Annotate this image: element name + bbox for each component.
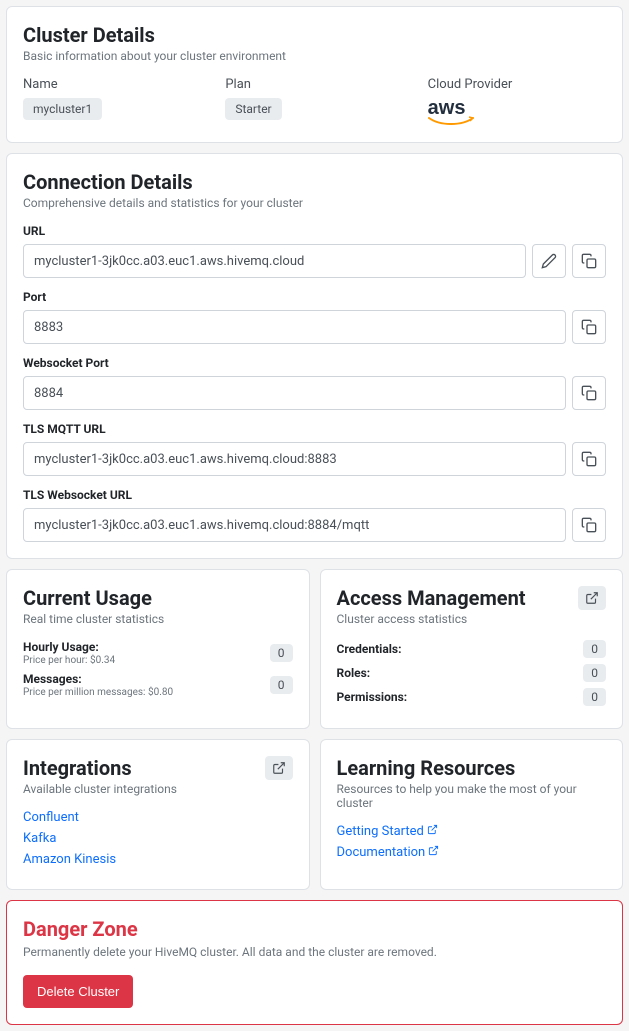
access-title: Access Management <box>337 586 526 610</box>
cluster-details-title: Cluster Details <box>23 23 606 47</box>
name-label: Name <box>23 77 201 92</box>
credentials-value: 0 <box>583 640 606 658</box>
danger-title: Danger Zone <box>23 917 606 941</box>
cluster-details-card: Cluster Details Basic information about … <box>6 6 623 143</box>
access-subtitle: Cluster access statistics <box>337 612 526 626</box>
tls-mqtt-input[interactable] <box>23 442 566 476</box>
copy-icon <box>581 385 597 401</box>
danger-subtitle: Permanently delete your HiveMQ cluster. … <box>23 945 606 959</box>
copy-port-button[interactable] <box>572 310 606 344</box>
copy-ws-port-button[interactable] <box>572 376 606 410</box>
copy-tls-ws-button[interactable] <box>572 508 606 542</box>
usage-subtitle: Real time cluster statistics <box>23 612 293 626</box>
integrations-card: Integrations Available cluster integrati… <box>6 739 310 890</box>
external-link-icon <box>428 845 439 856</box>
learning-resources-card: Learning Resources Resources to help you… <box>320 739 624 890</box>
name-value: mycluster1 <box>23 98 102 120</box>
learning-title: Learning Resources <box>337 756 607 780</box>
roles-label: Roles: <box>337 666 371 680</box>
external-link-icon <box>272 761 286 775</box>
credentials-label: Credentials: <box>337 642 402 656</box>
copy-icon <box>581 253 597 269</box>
link-getting-started[interactable]: Getting Started <box>337 824 607 839</box>
ws-port-label: Websocket Port <box>23 356 606 370</box>
port-label: Port <box>23 290 606 304</box>
danger-zone-card: Danger Zone Permanently delete your Hive… <box>6 900 623 1025</box>
url-input[interactable] <box>23 244 526 278</box>
provider-label: Cloud Provider <box>428 77 606 92</box>
connection-subtitle: Comprehensive details and statistics for… <box>23 196 606 210</box>
ws-port-input[interactable] <box>23 376 566 410</box>
tls-mqtt-label: TLS MQTT URL <box>23 422 606 436</box>
current-usage-card: Current Usage Real time cluster statisti… <box>6 569 310 729</box>
copy-url-button[interactable] <box>572 244 606 278</box>
integrations-open-button[interactable] <box>265 756 293 780</box>
link-documentation[interactable]: Documentation <box>337 845 607 860</box>
link-documentation-label: Documentation <box>337 845 426 860</box>
plan-value: Starter <box>225 98 281 120</box>
pencil-icon <box>541 253 557 269</box>
cluster-details-subtitle: Basic information about your cluster env… <box>23 49 606 63</box>
tls-ws-label: TLS Websocket URL <box>23 488 606 502</box>
permissions-value: 0 <box>583 688 606 706</box>
link-confluent[interactable]: Confluent <box>23 810 293 825</box>
messages-value: 0 <box>270 676 293 694</box>
permissions-label: Permissions: <box>337 690 408 704</box>
link-getting-started-label: Getting Started <box>337 824 424 839</box>
copy-tls-mqtt-button[interactable] <box>572 442 606 476</box>
integrations-title: Integrations <box>23 756 177 780</box>
roles-value: 0 <box>583 664 606 682</box>
external-link-icon <box>585 591 599 605</box>
connection-details-card: Connection Details Comprehensive details… <box>6 153 623 559</box>
edit-url-button[interactable] <box>532 244 566 278</box>
hourly-usage-sublabel: Price per hour: $0.34 <box>23 655 115 666</box>
hourly-usage-value: 0 <box>270 644 293 662</box>
plan-label: Plan <box>225 77 403 92</box>
access-management-card: Access Management Cluster access statist… <box>320 569 624 729</box>
copy-icon <box>581 517 597 533</box>
url-label: URL <box>23 224 606 238</box>
integrations-subtitle: Available cluster integrations <box>23 782 177 796</box>
link-kafka[interactable]: Kafka <box>23 831 293 846</box>
external-link-icon <box>427 824 438 835</box>
link-kinesis[interactable]: Amazon Kinesis <box>23 852 293 867</box>
messages-sublabel: Price per million messages: $0.80 <box>23 687 173 698</box>
copy-icon <box>581 451 597 467</box>
hourly-usage-label: Hourly Usage: <box>23 640 115 654</box>
learning-subtitle: Resources to help you make the most of y… <box>337 782 607 810</box>
port-input[interactable] <box>23 310 566 344</box>
copy-icon <box>581 319 597 335</box>
access-open-button[interactable] <box>578 586 606 610</box>
connection-title: Connection Details <box>23 170 606 194</box>
delete-cluster-button[interactable]: Delete Cluster <box>23 975 133 1008</box>
usage-title: Current Usage <box>23 586 293 610</box>
aws-logo: aws <box>428 98 606 126</box>
tls-ws-input[interactable] <box>23 508 566 542</box>
messages-label: Messages: <box>23 672 173 686</box>
